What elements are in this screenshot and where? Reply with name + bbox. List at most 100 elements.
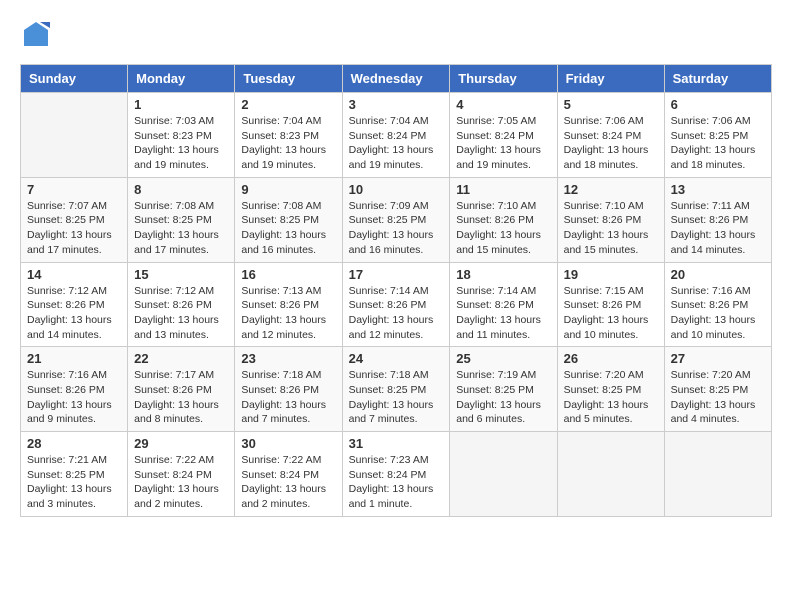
day-info: Sunrise: 7:08 AMSunset: 8:25 PMDaylight:…: [241, 199, 335, 258]
day-info: Sunrise: 7:07 AMSunset: 8:25 PMDaylight:…: [27, 199, 121, 258]
daylight-text: Daylight: 13 hours and 7 minutes.: [241, 398, 335, 427]
sunrise-text: Sunrise: 7:17 AM: [134, 368, 228, 383]
sunrise-text: Sunrise: 7:16 AM: [27, 368, 121, 383]
day-number: 22: [134, 351, 228, 366]
sunset-text: Sunset: 8:26 PM: [134, 298, 228, 313]
sunset-text: Sunset: 8:25 PM: [564, 383, 658, 398]
sunset-text: Sunset: 8:26 PM: [671, 298, 765, 313]
calendar-cell: 21 Sunrise: 7:16 AMSunset: 8:26 PMDayligh…: [21, 347, 128, 432]
calendar-cell: [21, 93, 128, 178]
daylight-text: Daylight: 13 hours and 10 minutes.: [671, 313, 765, 342]
daylight-text: Daylight: 13 hours and 19 minutes.: [349, 143, 444, 172]
day-info: Sunrise: 7:19 AMSunset: 8:25 PMDaylight:…: [456, 368, 550, 427]
sunset-text: Sunset: 8:25 PM: [134, 213, 228, 228]
sunset-text: Sunset: 8:25 PM: [241, 213, 335, 228]
sunrise-text: Sunrise: 7:12 AM: [27, 284, 121, 299]
sunrise-text: Sunrise: 7:22 AM: [241, 453, 335, 468]
day-number: 5: [564, 97, 658, 112]
daylight-text: Daylight: 13 hours and 2 minutes.: [241, 482, 335, 511]
day-info: Sunrise: 7:20 AMSunset: 8:25 PMDaylight:…: [564, 368, 658, 427]
daylight-text: Daylight: 13 hours and 19 minutes.: [134, 143, 228, 172]
sunset-text: Sunset: 8:26 PM: [564, 213, 658, 228]
col-header-monday: Monday: [128, 65, 235, 93]
daylight-text: Daylight: 13 hours and 12 minutes.: [241, 313, 335, 342]
day-info: Sunrise: 7:16 AMSunset: 8:26 PMDaylight:…: [671, 284, 765, 343]
calendar-cell: [450, 432, 557, 517]
day-info: Sunrise: 7:16 AMSunset: 8:26 PMDaylight:…: [27, 368, 121, 427]
sunrise-text: Sunrise: 7:06 AM: [671, 114, 765, 129]
calendar-cell: 31Sunrise: 7:23 AMSunset: 8:24 PMDayligh…: [342, 432, 450, 517]
calendar-cell: 28Sunrise: 7:21 AMSunset: 8:25 PMDayligh…: [21, 432, 128, 517]
day-number: 23: [241, 351, 335, 366]
day-number: 9: [241, 182, 335, 197]
calendar-cell: 29Sunrise: 7:22 AMSunset: 8:24 PMDayligh…: [128, 432, 235, 517]
sunrise-text: Sunrise: 7:11 AM: [671, 199, 765, 214]
calendar-cell: 3Sunrise: 7:04 AMSunset: 8:24 PMDaylight…: [342, 93, 450, 178]
sunset-text: Sunset: 8:26 PM: [241, 298, 335, 313]
sunrise-text: Sunrise: 7:21 AM: [27, 453, 121, 468]
sunset-text: Sunset: 8:26 PM: [349, 298, 444, 313]
calendar-cell: 25 Sunrise: 7:19 AMSunset: 8:25 PMDayligh…: [450, 347, 557, 432]
sunset-text: Sunset: 8:24 PM: [134, 468, 228, 483]
logo: [20, 20, 50, 54]
day-number: 25: [456, 351, 550, 366]
day-number: 28: [27, 436, 121, 451]
col-header-saturday: Saturday: [664, 65, 771, 93]
sunset-text: Sunset: 8:23 PM: [241, 129, 335, 144]
daylight-text: Daylight: 13 hours and 10 minutes.: [564, 313, 658, 342]
day-number: 14: [27, 267, 121, 282]
sunrise-text: Sunrise: 7:08 AM: [241, 199, 335, 214]
calendar-cell: 23Sunrise: 7:18 AMSunset: 8:26 PMDayligh…: [235, 347, 342, 432]
sunset-text: Sunset: 8:26 PM: [456, 213, 550, 228]
sunset-text: Sunset: 8:25 PM: [456, 383, 550, 398]
sunset-text: Sunset: 8:26 PM: [456, 298, 550, 313]
daylight-text: Daylight: 13 hours and 8 minutes.: [134, 398, 228, 427]
calendar-cell: 30Sunrise: 7:22 AMSunset: 8:24 PMDayligh…: [235, 432, 342, 517]
sunrise-text: Sunrise: 7:20 AM: [671, 368, 765, 383]
sunrise-text: Sunrise: 7:07 AM: [27, 199, 121, 214]
logo-text: [20, 20, 50, 54]
calendar-cell: 19Sunrise: 7:15 AMSunset: 8:26 PMDayligh…: [557, 262, 664, 347]
calendar-cell: 16Sunrise: 7:13 AMSunset: 8:26 PMDayligh…: [235, 262, 342, 347]
day-info: Sunrise: 7:12 AMSunset: 8:26 PMDaylight:…: [134, 284, 228, 343]
sunset-text: Sunset: 8:24 PM: [349, 129, 444, 144]
sunrise-text: Sunrise: 7:14 AM: [456, 284, 550, 299]
calendar-cell: 15Sunrise: 7:12 AMSunset: 8:26 PMDayligh…: [128, 262, 235, 347]
calendar-week-row: 7Sunrise: 7:07 AMSunset: 8:25 PMDaylight…: [21, 177, 772, 262]
day-number: 29: [134, 436, 228, 451]
sunset-text: Sunset: 8:25 PM: [349, 213, 444, 228]
daylight-text: Daylight: 13 hours and 2 minutes.: [134, 482, 228, 511]
sunset-text: Sunset: 8:26 PM: [671, 213, 765, 228]
col-header-friday: Friday: [557, 65, 664, 93]
day-info: Sunrise: 7:23 AMSunset: 8:24 PMDaylight:…: [349, 453, 444, 512]
daylight-text: Daylight: 13 hours and 5 minutes.: [564, 398, 658, 427]
day-info: Sunrise: 7:15 AMSunset: 8:26 PMDaylight:…: [564, 284, 658, 343]
day-number: 13: [671, 182, 765, 197]
day-info: Sunrise: 7:14 AMSunset: 8:26 PMDaylight:…: [349, 284, 444, 343]
calendar-cell: 20 Sunrise: 7:16 AMSunset: 8:26 PMDayligh…: [664, 262, 771, 347]
calendar-cell: 1 Sunrise: 7:03 AMSunset: 8:23 PMDaylight…: [128, 93, 235, 178]
sunset-text: Sunset: 8:25 PM: [27, 468, 121, 483]
sunrise-text: Sunrise: 7:23 AM: [349, 453, 444, 468]
sunset-text: Sunset: 8:25 PM: [671, 383, 765, 398]
day-number: 7: [27, 182, 121, 197]
day-number: 21: [27, 351, 121, 366]
daylight-text: Daylight: 13 hours and 19 minutes.: [241, 143, 335, 172]
sunset-text: Sunset: 8:26 PM: [241, 383, 335, 398]
calendar-cell: 7 Sunrise: 7:07 AMSunset: 8:25 PMDaylight…: [21, 177, 128, 262]
daylight-text: Daylight: 13 hours and 15 minutes.: [456, 228, 550, 257]
day-info: Sunrise: 7:03 AMSunset: 8:23 PMDaylight:…: [134, 114, 228, 173]
daylight-text: Daylight: 13 hours and 11 minutes.: [456, 313, 550, 342]
day-number: 10: [349, 182, 444, 197]
day-info: Sunrise: 7:08 AMSunset: 8:25 PMDaylight:…: [134, 199, 228, 258]
calendar-cell: 13Sunrise: 7:11 AMSunset: 8:26 PMDayligh…: [664, 177, 771, 262]
day-number: 17: [349, 267, 444, 282]
day-number: 20: [671, 267, 765, 282]
daylight-text: Daylight: 13 hours and 17 minutes.: [27, 228, 121, 257]
calendar-cell: 24Sunrise: 7:18 AMSunset: 8:25 PMDayligh…: [342, 347, 450, 432]
sunrise-text: Sunrise: 7:10 AM: [564, 199, 658, 214]
day-number: 1: [134, 97, 228, 112]
daylight-text: Daylight: 13 hours and 19 minutes.: [456, 143, 550, 172]
sunrise-text: Sunrise: 7:20 AM: [564, 368, 658, 383]
sunset-text: Sunset: 8:24 PM: [241, 468, 335, 483]
